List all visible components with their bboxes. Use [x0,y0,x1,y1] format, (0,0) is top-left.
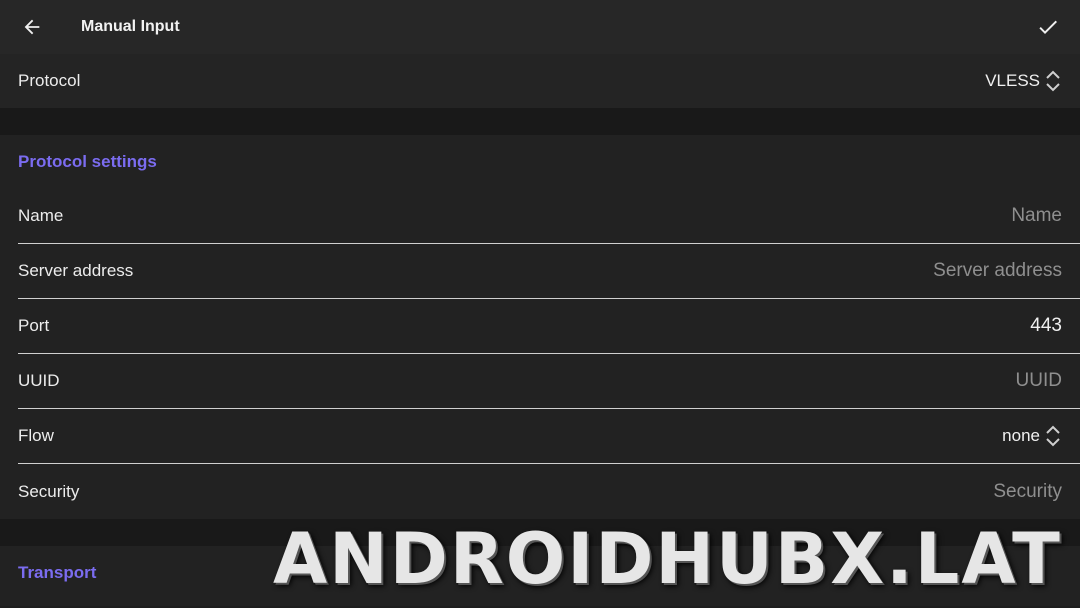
protocol-value: VLESS [985,69,1062,93]
protocol-selector[interactable]: Protocol VLESS [0,54,1080,108]
section-header-protocol-settings: Protocol settings [18,152,157,171]
section-divider [0,519,1080,546]
port-label: Port [18,316,50,335]
manual-input-screen: Manual Input Protocol VLESS Protocol set… [0,0,1080,608]
flow-label: Flow [18,426,54,445]
flow-selector[interactable]: Flow none [18,409,1080,464]
protocol-label: Protocol [18,71,81,90]
transport-section: Transport [0,546,1080,606]
page-title: Manual Input [81,18,180,35]
check-icon [1039,20,1057,34]
server-address-field[interactable]: Server address Server address [18,244,1080,299]
name-field[interactable]: Name Name [18,189,1080,244]
app-bar: Manual Input [0,0,1080,54]
security-input[interactable]: Security [993,481,1062,503]
section-divider [0,108,1080,135]
unfold-icon [1044,424,1062,448]
uuid-field[interactable]: UUID UUID [18,354,1080,409]
name-input[interactable]: Name [1011,205,1062,227]
uuid-input[interactable]: UUID [1016,370,1062,392]
protocol-value-text: VLESS [985,71,1040,90]
security-field[interactable]: Security Security [18,464,1080,519]
port-field[interactable]: Port 443 [18,299,1080,354]
section-header-transport: Transport [18,563,97,582]
uuid-label: UUID [18,371,60,390]
arrow-left-icon [24,19,40,35]
security-label: Security [18,481,80,501]
port-input[interactable]: 443 [1030,315,1062,337]
unfold-icon [1044,69,1062,93]
flow-value-text: none [1002,426,1040,445]
flow-value: none [1002,424,1062,448]
server-address-input[interactable]: Server address [933,260,1062,282]
server-address-label: Server address [18,261,134,280]
confirm-button[interactable] [1026,0,1070,54]
name-label: Name [18,206,64,225]
protocol-settings-section: Protocol settings Name Name Server addre… [0,135,1080,519]
back-button[interactable] [0,0,64,54]
